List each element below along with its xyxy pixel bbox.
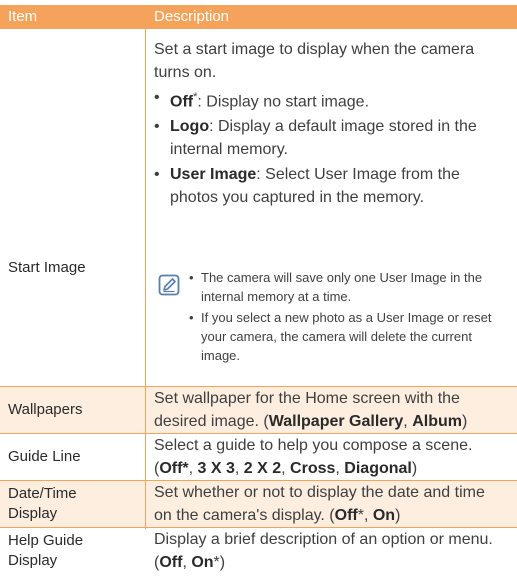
start-image-intro: Set a start image to display when the ca… — [154, 41, 475, 81]
item-start-image: Start Image — [8, 259, 86, 276]
note-pencil-icon — [158, 274, 180, 296]
desc-wallpapers: Set wallpaper for the Home screen with t… — [154, 390, 468, 430]
note-item: • The camera will save only one User Imag… — [189, 270, 483, 304]
note-block: • The camera will save only one User Imag… — [154, 268, 504, 367]
start-image-options: • Off*: Display no start image. • Logo: Di… — [154, 86, 504, 209]
header-item: Item — [8, 8, 38, 25]
list-item: • Logo: Display a default image stored in… — [154, 118, 477, 159]
column-divider — [145, 29, 146, 529]
table-header: Item Description — [0, 5, 517, 29]
desc-start-image: Set a start image to display when the ca… — [154, 38, 504, 209]
list-item: • Off*: Display no start image. — [154, 89, 370, 111]
item-guide-line: Guide Line — [8, 448, 81, 465]
item-wallpapers: Wallpapers — [8, 401, 83, 418]
desc-date-time-display: Set whether or not to display the date a… — [154, 484, 485, 524]
item-date-time-display: Date/Time Display — [8, 485, 77, 522]
desc-guide-line: Select a guide to help you compose a sce… — [154, 437, 473, 477]
note-item: • If you select a new photo as a User Ima… — [189, 310, 492, 363]
desc-help-guide-display: Display a brief description of an option… — [154, 531, 493, 571]
item-help-guide-display: Help Guide Display — [8, 532, 84, 569]
list-item: • User Image: Select User Image from the … — [154, 166, 460, 207]
header-description: Description — [154, 8, 230, 25]
